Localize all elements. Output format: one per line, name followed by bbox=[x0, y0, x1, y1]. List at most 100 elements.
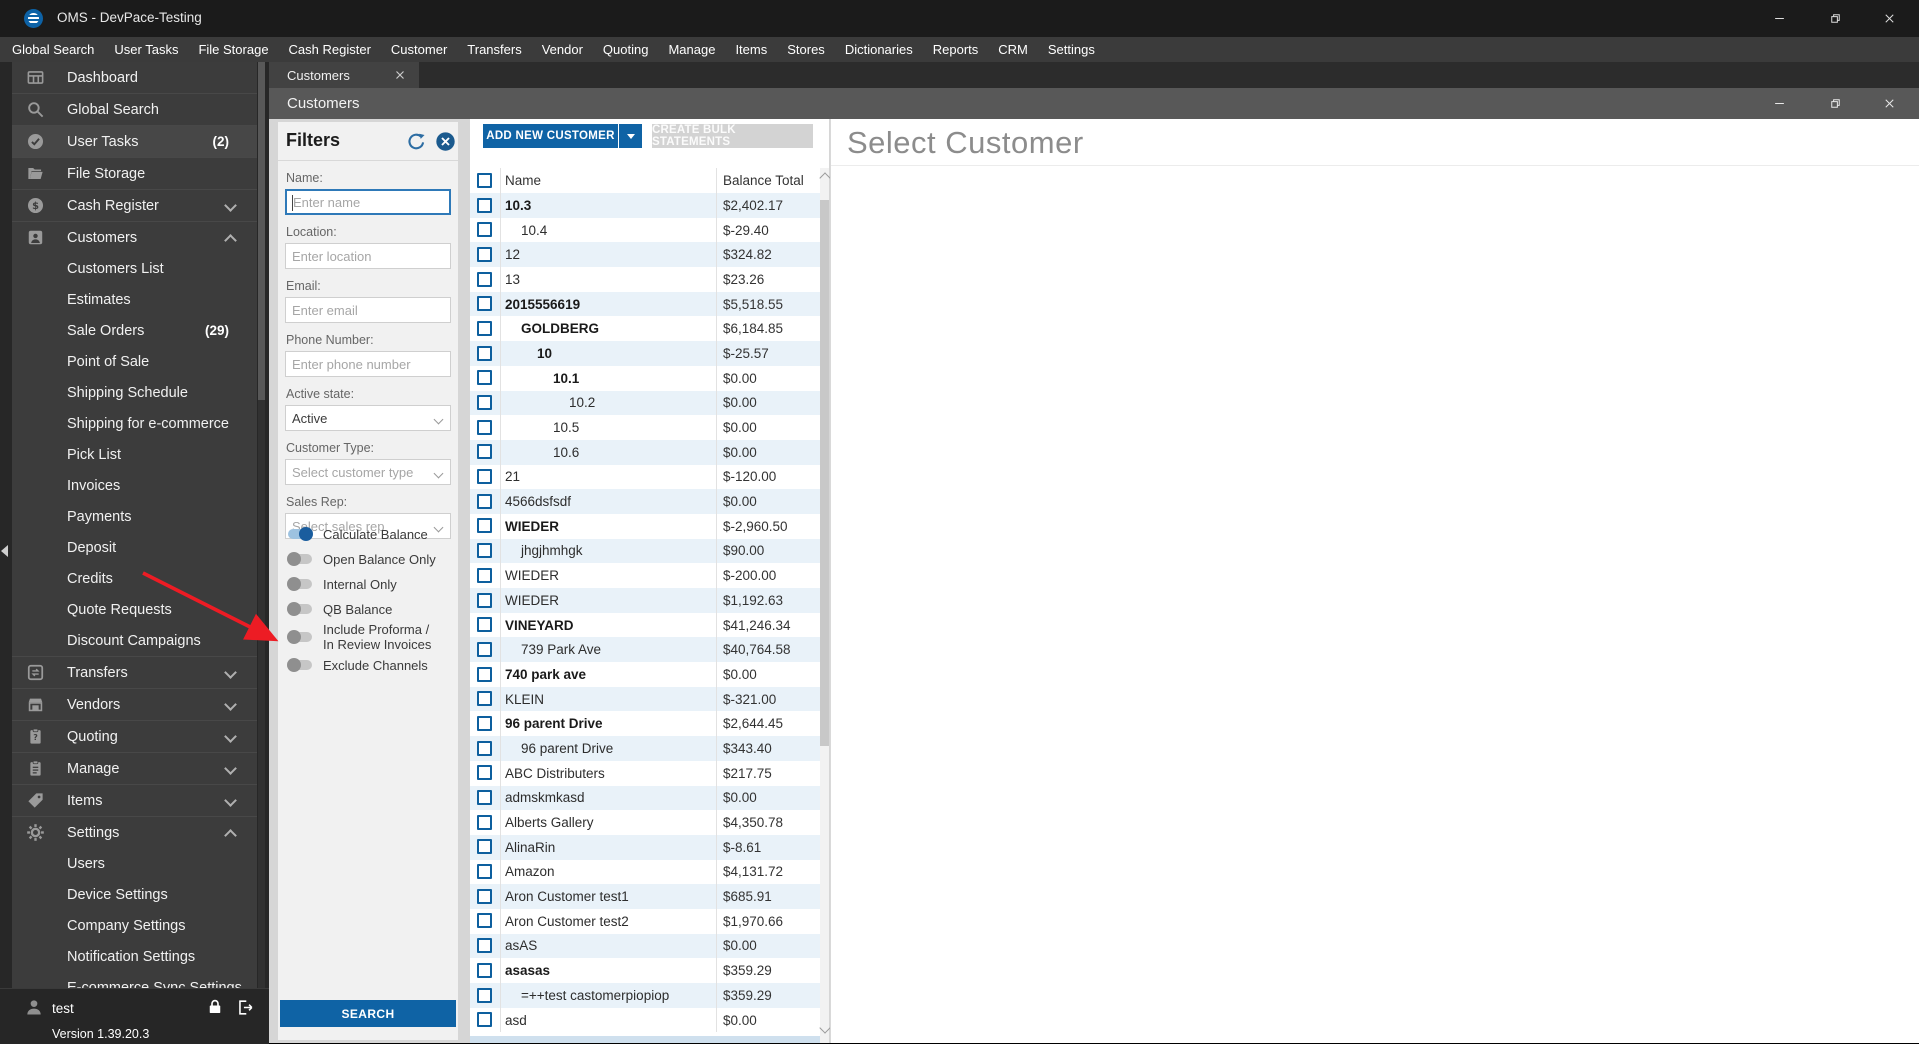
create-bulk-statements-button[interactable]: CREATE BULK STATEMENTS bbox=[652, 124, 813, 148]
row-checkbox[interactable] bbox=[477, 765, 492, 781]
horizontal-scrollbar[interactable] bbox=[470, 1036, 820, 1043]
toggle-open-balance-only[interactable]: Open Balance Only bbox=[278, 547, 458, 571]
row-checkbox[interactable] bbox=[477, 839, 492, 855]
row-checkbox[interactable] bbox=[477, 246, 492, 262]
toggle-switch[interactable] bbox=[287, 658, 312, 672]
row-checkbox[interactable] bbox=[477, 419, 492, 435]
sidebar-item-notification-settings[interactable]: Notification Settings bbox=[12, 941, 257, 972]
column-header-name[interactable]: Name bbox=[505, 168, 541, 193]
sidebar-item-company-settings[interactable]: Company Settings bbox=[12, 910, 257, 941]
menu-item-file-storage[interactable]: File Storage bbox=[188, 37, 278, 62]
toggle-switch[interactable] bbox=[287, 630, 312, 644]
search-button[interactable]: SEARCH bbox=[280, 1000, 456, 1027]
menu-item-transfers[interactable]: Transfers bbox=[457, 37, 531, 62]
clear-filters-icon[interactable] bbox=[435, 131, 456, 152]
row-checkbox[interactable] bbox=[477, 444, 492, 460]
customer-row[interactable]: 10.3 $2,402.17 bbox=[470, 193, 820, 218]
toggle-calculate-balance[interactable]: Calculate Balance bbox=[278, 522, 458, 546]
sidebar-item-pick-list[interactable]: Pick List bbox=[12, 439, 257, 470]
row-checkbox[interactable] bbox=[477, 271, 492, 287]
row-checkbox[interactable] bbox=[477, 1012, 492, 1028]
toggle-switch[interactable] bbox=[288, 527, 313, 541]
sidebar-item-global-search[interactable]: Global Search bbox=[12, 93, 257, 125]
menu-item-manage[interactable]: Manage bbox=[658, 37, 725, 62]
customer-row[interactable]: 10 $-25.57 bbox=[470, 341, 820, 366]
sidebar-item-sale-orders[interactable]: Sale Orders (29) bbox=[12, 315, 257, 346]
sidebar-item-point-of-sale[interactable]: Point of Sale bbox=[12, 346, 257, 377]
logout-icon[interactable] bbox=[236, 998, 255, 1017]
customer-row[interactable]: 740 park ave $0.00 bbox=[470, 662, 820, 687]
restore-button[interactable] bbox=[1812, 0, 1858, 37]
customer-row[interactable]: admskmkasd $0.00 bbox=[470, 785, 820, 811]
refresh-filters-icon[interactable] bbox=[406, 131, 427, 152]
menu-item-user-tasks[interactable]: User Tasks bbox=[104, 37, 188, 62]
inner-close-button[interactable] bbox=[1866, 88, 1912, 119]
customer-row[interactable]: 12 $324.82 bbox=[470, 242, 820, 268]
row-checkbox[interactable] bbox=[477, 493, 492, 509]
customer-row[interactable]: asAS $0.00 bbox=[470, 933, 820, 959]
toggle-include-proforma-in-review-invoices[interactable]: Include Proforma / In Review Invoices bbox=[278, 622, 458, 652]
customer-row[interactable]: 10.4 $-29.40 bbox=[470, 217, 820, 243]
row-checkbox[interactable] bbox=[477, 296, 492, 312]
row-checkbox[interactable] bbox=[477, 691, 492, 707]
menu-item-vendor[interactable]: Vendor bbox=[532, 37, 593, 62]
sidebar-item-quote-requests[interactable]: Quote Requests bbox=[12, 594, 257, 625]
menu-item-dictionaries[interactable]: Dictionaries bbox=[835, 37, 923, 62]
toggle-switch[interactable] bbox=[287, 577, 312, 591]
row-checkbox[interactable] bbox=[477, 740, 492, 756]
customer-row[interactable]: GOLDBERG $6,184.85 bbox=[470, 316, 820, 342]
customer-row[interactable]: KLEIN $-321.00 bbox=[470, 686, 820, 712]
email-input[interactable]: Enter email bbox=[285, 297, 451, 323]
customer-row[interactable]: 10.6 $0.00 bbox=[470, 439, 820, 465]
customer-row[interactable]: asasas $359.29 bbox=[470, 958, 820, 983]
menu-item-settings[interactable]: Settings bbox=[1038, 37, 1105, 62]
select-all-checkbox[interactable] bbox=[477, 168, 492, 193]
row-checkbox[interactable] bbox=[477, 938, 492, 954]
row-checkbox[interactable] bbox=[477, 864, 492, 880]
row-checkbox[interactable] bbox=[477, 370, 492, 386]
menu-item-customer[interactable]: Customer bbox=[381, 37, 457, 62]
sidebar-item-user-tasks[interactable]: User Tasks (2) bbox=[12, 125, 257, 157]
active-state-select[interactable]: Active bbox=[285, 405, 451, 431]
menu-item-reports[interactable]: Reports bbox=[923, 37, 989, 62]
customer-row[interactable]: Amazon $4,131.72 bbox=[470, 859, 820, 885]
sidebar-item-users[interactable]: Users bbox=[12, 848, 257, 879]
sidebar-item-customers[interactable]: Customers bbox=[12, 221, 257, 253]
inner-minimize-button[interactable] bbox=[1756, 88, 1802, 119]
menu-item-cash-register[interactable]: Cash Register bbox=[279, 37, 381, 62]
sidebar-item-settings[interactable]: Settings bbox=[12, 816, 257, 848]
location-input[interactable]: Enter location bbox=[285, 243, 451, 269]
row-checkbox[interactable] bbox=[477, 345, 492, 361]
lock-icon[interactable] bbox=[206, 998, 224, 1016]
customer-row[interactable]: 739 Park Ave $40,764.58 bbox=[470, 637, 820, 663]
row-checkbox[interactable] bbox=[477, 617, 492, 633]
sidebar-item-discount-campaigns[interactable]: Discount Campaigns bbox=[12, 625, 257, 656]
customer-row[interactable]: asd $0.00 bbox=[470, 1007, 820, 1033]
menu-item-global-search[interactable]: Global Search bbox=[2, 37, 104, 62]
customer-row[interactable]: 13 $23.26 bbox=[470, 267, 820, 292]
sidebar-item-quoting[interactable]: ? Quoting bbox=[12, 720, 257, 752]
sidebar-item-dashboard[interactable]: Dashboard bbox=[12, 62, 257, 93]
menu-item-crm[interactable]: CRM bbox=[988, 37, 1038, 62]
row-checkbox[interactable] bbox=[477, 814, 492, 830]
sidebar-item-items[interactable]: Items bbox=[12, 784, 257, 816]
toggle-qb-balance[interactable]: QB Balance bbox=[278, 597, 458, 621]
close-button[interactable] bbox=[1866, 0, 1912, 37]
sidebar-item-customers-list[interactable]: Customers List bbox=[12, 253, 257, 284]
customer-row[interactable]: ABC Distributers $217.75 bbox=[470, 760, 820, 786]
customer-row[interactable]: Alberts Gallery $4,350.78 bbox=[470, 810, 820, 835]
sidebar-item-deposit[interactable]: Deposit bbox=[12, 532, 257, 563]
sidebar-item-estimates[interactable]: Estimates bbox=[12, 284, 257, 315]
row-checkbox[interactable] bbox=[477, 197, 492, 213]
customer-row[interactable]: AlinaRin $-8.61 bbox=[470, 834, 820, 860]
name-input[interactable]: Enter name bbox=[285, 189, 451, 215]
add-new-customer-button[interactable]: ADD NEW CUSTOMER bbox=[483, 124, 618, 148]
row-checkbox[interactable] bbox=[477, 543, 492, 559]
menu-item-items[interactable]: Items bbox=[725, 37, 777, 62]
sidebar-collapse-icon[interactable] bbox=[1, 545, 8, 557]
sidebar-item-transfers[interactable]: Transfers bbox=[12, 656, 257, 688]
customer-row[interactable]: WIEDER $-2,960.50 bbox=[470, 513, 820, 539]
customer-row[interactable]: jhgjhmhgk $90.00 bbox=[470, 538, 820, 564]
row-checkbox[interactable] bbox=[477, 469, 492, 485]
customer-row[interactable]: 4566dsfsdf $0.00 bbox=[470, 489, 820, 514]
